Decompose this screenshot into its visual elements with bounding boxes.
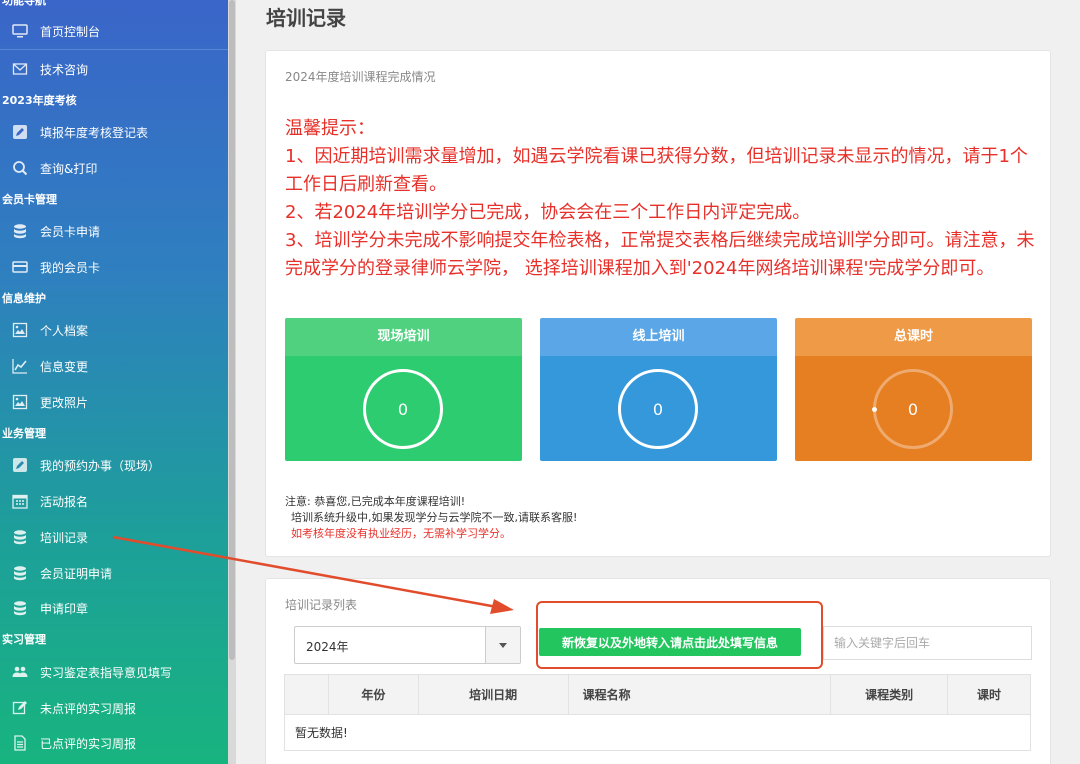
year-select-toggle[interactable] (485, 627, 520, 663)
sidebar-item-tech-consult[interactable]: 技术咨询 (0, 52, 228, 86)
table-header-row: 年份 培训日期 课程名称 课程类别 课时 (284, 674, 1031, 715)
chart-icon (12, 358, 28, 374)
sidebar-item-label: 培训记录 (40, 530, 89, 545)
year-select[interactable]: 2024年 (294, 626, 521, 664)
sidebar-item-my-card[interactable]: 我的会员卡 (0, 250, 228, 284)
search-icon (12, 160, 28, 176)
sidebar-item-info-change[interactable]: 信息变更 (0, 349, 228, 383)
progress-dot (872, 407, 877, 412)
database-icon (12, 600, 28, 616)
sidebar-item-label: 我的会员卡 (40, 260, 101, 275)
notice-line: 3、培训学分未完成不影响提交年检表格，正常提交表格后继续完成培训学分即可。请注意… (285, 230, 1035, 279)
sidebar-item-training-records[interactable]: 培训记录 (0, 520, 228, 554)
sidebar-item-label: 首页控制台 (40, 24, 101, 39)
scrollbar-thumb[interactable] (229, 0, 235, 660)
sidebar-item-label: 技术咨询 (40, 62, 89, 77)
card-value: 0 (618, 369, 698, 449)
annotation-highlight-box (536, 601, 823, 669)
image-icon (12, 322, 28, 338)
sidebar-item-member-certificate[interactable]: 会员证明申请 (0, 556, 228, 590)
image-icon (12, 394, 28, 410)
year-select-value: 2024年 (306, 640, 349, 654)
sidebar-item-label: 申请印章 (40, 601, 89, 616)
sidebar-item-label: 未点评的实习周报 (40, 701, 137, 716)
monitor-icon (12, 23, 28, 39)
sidebar-item-label: 活动报名 (40, 494, 89, 509)
column-header (284, 674, 329, 715)
column-header: 课时 (947, 674, 1031, 715)
card-value: 0 (873, 369, 953, 449)
summary-heading: 2024年度培训课程完成情况 (285, 70, 436, 84)
card-title: 现场培训 (285, 318, 522, 356)
card-value: 0 (363, 369, 443, 449)
sidebar-item-query-print[interactable]: 查询&打印 (0, 151, 228, 185)
sidebar-section-info: 信息维护 (2, 292, 46, 305)
database-icon (12, 223, 28, 239)
sidebar-section-nav: 功能导航 (2, 0, 46, 7)
column-header: 培训日期 (417, 674, 569, 715)
column-header: 年份 (327, 674, 419, 715)
sidebar-item-label: 实习鉴定表指导意见填写 (40, 665, 173, 680)
records-table: 年份 培训日期 课程名称 课程类别 课时 暂无数据! (284, 674, 1031, 751)
notice-line: 1、因近期培训需求量增加，如遇云学院看课已获得分数，但培训记录未显示的情况，请于… (285, 146, 1028, 195)
completion-note: 注意: 恭喜您,已完成本年度课程培训! (285, 495, 466, 508)
sidebar-item-card-apply[interactable]: 会员卡申请 (0, 214, 228, 248)
sidebar-item-annual-form[interactable]: 填报年度考核登记表 (0, 115, 228, 149)
users-icon (12, 664, 28, 680)
sidebar: 功能导航 首页控制台 技术咨询 2023年度考核 填报年度考核登记表 查询&打印… (0, 0, 228, 764)
training-notice: 温馨提示： 1、因近期培训需求量增加，如遇云学院看课已获得分数，但培训记录未显示… (285, 115, 1045, 283)
caret-down-icon (499, 642, 507, 648)
sidebar-section-internship: 实习管理 (2, 633, 46, 646)
card-title: 线上培训 (540, 318, 777, 356)
card-icon (12, 259, 28, 275)
database-icon (12, 565, 28, 581)
edit-icon (12, 700, 28, 716)
notice-line: 2、若2024年培训学分已完成，协会会在三个工作日内评定完成。 (285, 202, 811, 223)
sidebar-item-change-photo[interactable]: 更改照片 (0, 385, 228, 419)
summary-panel: 2024年度培训课程完成情况 温馨提示： 1、因近期培训需求量增加，如遇云学院看… (265, 50, 1051, 557)
sidebar-item-label: 更改照片 (40, 395, 89, 410)
sidebar-item-seal-apply[interactable]: 申请印章 (0, 591, 228, 625)
sidebar-item-label: 已点评的实习周报 (40, 736, 137, 751)
edit-icon (12, 124, 28, 140)
calendar-icon (12, 493, 28, 509)
list-heading: 培训记录列表 (285, 598, 358, 612)
sidebar-item-appointment[interactable]: 我的预约办事（现场） (0, 448, 228, 482)
onsite-training-card: 现场培训 0 (285, 318, 522, 461)
column-header: 课程名称 (567, 674, 832, 715)
sidebar-item-internship-appraisal[interactable]: 实习鉴定表指导意见填写 (0, 655, 228, 689)
sidebar-item-label: 我的预约办事（现场） (40, 458, 161, 473)
sidebar-item-label: 查询&打印 (40, 161, 98, 176)
notice-title: 温馨提示： (285, 118, 375, 139)
column-header: 课程类别 (830, 674, 949, 715)
sidebar-item-label: 会员卡申请 (40, 224, 101, 239)
online-training-card: 线上培训 0 (540, 318, 777, 461)
upgrade-note: 培训系统升级中,如果发现学分与云学院不一致,请联系客服! (291, 511, 578, 524)
sidebar-section-card: 会员卡管理 (2, 193, 57, 206)
sidebar-item-dashboard[interactable]: 首页控制台 (0, 14, 228, 48)
sidebar-item-label: 填报年度考核登记表 (40, 125, 149, 140)
page-title: 培训记录 (266, 6, 346, 30)
sidebar-item-unreviewed-reports[interactable]: 未点评的实习周报 (0, 691, 228, 725)
no-practice-note: 如考核年度没有执业经历，无需补学习学分。 (291, 527, 511, 540)
envelope-icon (12, 61, 28, 77)
table-row: 暂无数据! (284, 714, 1031, 751)
sidebar-section-business: 业务管理 (2, 427, 46, 440)
sidebar-scrollbar[interactable] (228, 0, 236, 764)
sidebar-item-event-signup[interactable]: 活动报名 (0, 484, 228, 518)
sidebar-item-profile[interactable]: 个人档案 (0, 313, 228, 347)
card-title: 总课时 (795, 318, 1032, 356)
sidebar-item-label: 个人档案 (40, 323, 89, 338)
total-hours-card: 总课时 0 (795, 318, 1032, 461)
search-input[interactable] (823, 626, 1032, 660)
database-icon (12, 529, 28, 545)
sidebar-item-label: 信息变更 (40, 359, 89, 374)
sidebar-item-reviewed-reports[interactable]: 已点评的实习周报 (0, 726, 228, 760)
sidebar-item-label: 会员证明申请 (40, 566, 113, 581)
empty-message: 暂无数据! (284, 714, 1031, 751)
edit-icon (12, 457, 28, 473)
document-icon (12, 735, 28, 751)
sidebar-section-annual-review: 2023年度考核 (2, 94, 77, 107)
